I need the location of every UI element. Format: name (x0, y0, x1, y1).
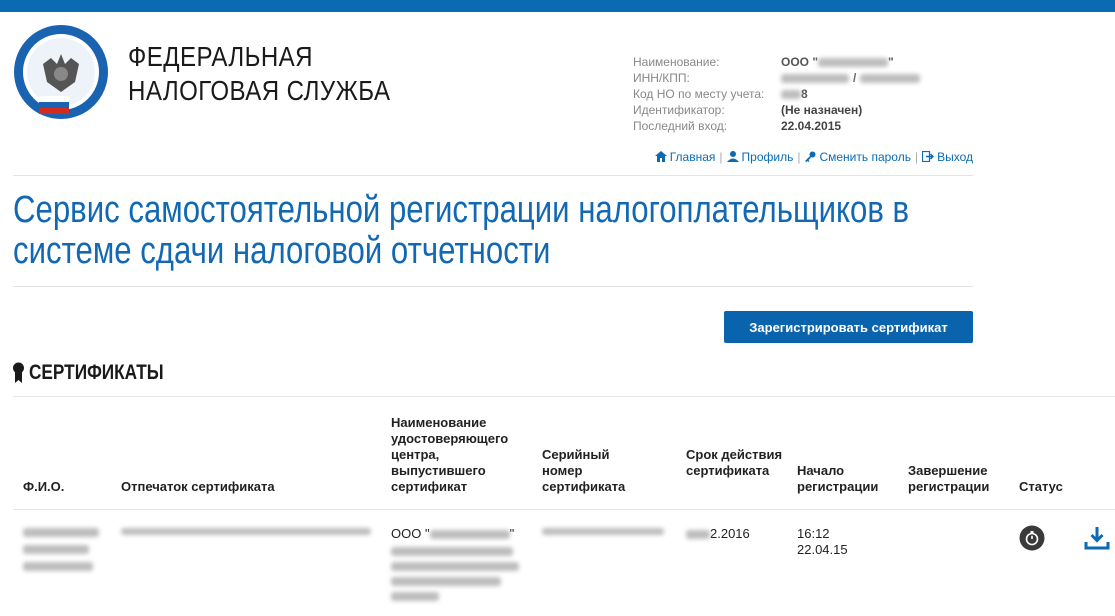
divider (13, 175, 973, 176)
brand-title: ФЕДЕРАЛЬНАЯ НАЛОГОВАЯ СЛУЖБА (128, 40, 390, 108)
identifier-value: (Не назначен) (781, 103, 863, 117)
col-header-fio: Ф.И.О. (23, 479, 65, 494)
cell-issuer: ООО " " (391, 526, 519, 601)
nav-change-password-link[interactable]: Сменить пароль (804, 150, 911, 164)
certificate-badge-icon (13, 362, 24, 383)
brand-line-2: НАЛОГОВАЯ СЛУЖБА (128, 75, 391, 106)
brand-line-1: ФЕДЕРАЛЬНАЯ (128, 41, 313, 72)
col-header-serial: Серийный номер сертификата (542, 447, 626, 494)
col-header-thumbprint: Отпечаток сертификата (121, 479, 275, 494)
cell-thumbprint (121, 528, 371, 535)
col-header-reg-start: Начало регистрации (797, 463, 879, 494)
logout-icon (922, 151, 935, 162)
nav-home-link[interactable]: Главная (654, 150, 715, 164)
cell-reg-start: 16:12 22.04.15 (797, 526, 848, 557)
divider (13, 396, 1115, 397)
inn-kpp-label: ИНН/КПП: (633, 71, 690, 85)
nav-logout-link[interactable]: Выход (922, 150, 973, 164)
top-accent-bar (0, 0, 1115, 12)
col-header-issuer: Наименование удостоверяющего центра, вып… (391, 415, 509, 494)
download-icon[interactable] (1084, 525, 1110, 551)
certificates-section-header: СЕРТИФИКАТЫ (13, 361, 193, 385)
key-icon (805, 151, 816, 162)
fns-emblem-logo (14, 25, 108, 119)
col-header-reg-end: Завершение регистрации (908, 463, 990, 494)
inn-kpp-value: / (781, 70, 921, 86)
cell-validity: 2.2016 (686, 526, 750, 542)
tax-office-code-value: 8 (781, 86, 808, 102)
home-icon (654, 151, 667, 162)
nav-profile-link[interactable]: Профиль (726, 150, 793, 164)
page-title: Сервис самостоятельной регистрации налог… (13, 189, 910, 272)
last-login-value: 22.04.2015 (781, 119, 842, 133)
clock-icon (1019, 525, 1045, 551)
divider (13, 509, 1115, 510)
register-certificate-button[interactable]: Зарегистрировать сертификат (724, 311, 973, 343)
tax-office-code-label: Код НО по месту учета: (633, 87, 765, 101)
col-header-status: Статус (1019, 479, 1063, 494)
user-nav: Главная | Профиль | Сменить пароль | Выход (654, 150, 973, 164)
last-login-label: Последний вход: (633, 119, 728, 133)
cell-fio (23, 528, 99, 571)
org-name-value: ООО " " (781, 55, 894, 69)
user-icon (726, 151, 739, 162)
col-header-validity: Срок действия сертификата (686, 447, 783, 478)
cell-serial (542, 528, 664, 535)
account-info: Наименование: ООО " " ИНН/КПП: / Код НО п… (633, 54, 921, 134)
section-title: СЕРТИФИКАТЫ (29, 361, 164, 384)
divider (13, 286, 973, 287)
identifier-label: Идентификатор: (633, 103, 725, 117)
org-name-label: Наименование: (633, 55, 720, 69)
